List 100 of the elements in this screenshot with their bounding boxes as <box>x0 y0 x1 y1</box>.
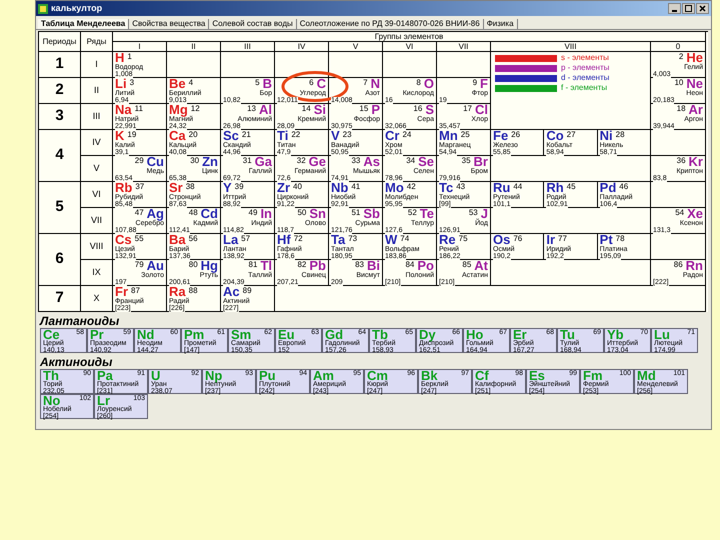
element-symbol: Ca <box>169 130 186 142</box>
element-symbol: Se <box>418 156 434 168</box>
element-symbol: Sm <box>231 329 252 341</box>
element-symbol: Cu <box>146 156 164 168</box>
atomic-number: 2 <box>678 52 684 61</box>
atomic-number: 13 <box>247 104 256 113</box>
element-symbol: Ra <box>169 286 186 298</box>
period-number: 2 <box>39 78 81 104</box>
element-symbol: Na <box>115 104 132 116</box>
element-symbol: Nb <box>331 182 348 194</box>
element-symbol: Hg <box>200 260 218 272</box>
app-icon <box>38 4 48 14</box>
element-symbol: W <box>385 234 398 246</box>
atomic-number: 32 <box>296 156 306 165</box>
element-symbol: Y <box>223 182 232 194</box>
element-symbol: Ac <box>223 286 240 298</box>
atomic-number: 31 <box>242 156 252 165</box>
element-symbol: Rn <box>686 260 703 272</box>
atomic-number: 42 <box>406 182 416 191</box>
atomic-number: 37 <box>135 182 144 191</box>
element-symbol: Fm <box>583 370 602 382</box>
atomic-number: 87 <box>131 286 140 295</box>
element-symbol: Hf <box>277 234 291 246</box>
element-symbol: O <box>424 78 434 90</box>
atomic-number: 34 <box>406 156 416 165</box>
atomic-number: 10 <box>674 78 684 87</box>
element-symbol: Cl <box>475 104 488 116</box>
period-number: 7 <box>39 286 81 312</box>
atomic-number: 39 <box>234 182 244 191</box>
element-symbol: Te <box>420 208 434 220</box>
element-symbol: C <box>316 78 326 90</box>
atomic-number: 85 <box>462 260 472 269</box>
atomic-number: 88 <box>188 286 198 295</box>
element-symbol: Mo <box>385 182 404 194</box>
atomic-number: 22 <box>291 130 300 139</box>
atomic-number: 1 <box>127 52 132 61</box>
element-symbol: Sr <box>169 182 183 194</box>
atomic-number: 20 <box>188 130 198 139</box>
element-symbol: V <box>331 130 340 142</box>
atomic-number: 51 <box>351 208 360 217</box>
atomic-number: 78 <box>616 234 625 243</box>
element-symbol: He <box>686 52 703 64</box>
element-symbol: Cr <box>385 130 400 142</box>
legend-label: d - элементы <box>561 74 610 82</box>
period-number: 4 <box>39 130 81 182</box>
atomic-number: 48 <box>188 208 198 217</box>
maximize-button[interactable] <box>682 3 695 14</box>
element-symbol: No <box>43 395 60 407</box>
atomic-number: 25 <box>460 130 470 139</box>
atomic-number: 44 <box>513 182 522 191</box>
element-symbol: Kr <box>688 156 703 168</box>
period-number: 3 <box>39 104 81 130</box>
element-symbol: As <box>363 156 380 168</box>
element-symbol: S <box>425 104 434 116</box>
atomic-number: 38 <box>186 182 195 191</box>
close-button[interactable] <box>696 3 709 14</box>
atomic-number: 54 <box>675 208 684 217</box>
element-symbol: Es <box>529 370 545 382</box>
atomic-number: 30 <box>190 156 200 165</box>
element-symbol: Br <box>474 156 488 168</box>
atomic-number: 80 <box>188 260 198 269</box>
minimize-button[interactable] <box>668 3 681 14</box>
element-symbol: Ru <box>493 182 510 194</box>
element-symbol: Th <box>43 370 59 382</box>
element-symbol: Ce <box>43 329 60 341</box>
atomic-number: 79 <box>134 260 144 269</box>
element-symbol: Ba <box>169 234 186 246</box>
element-symbol: Li <box>115 78 127 90</box>
element-symbol: Cm <box>367 370 388 382</box>
atomic-number: 21 <box>242 130 251 139</box>
element-symbol: Bi <box>367 260 380 272</box>
period-number: 1 <box>39 52 81 78</box>
atomic-number: 83 <box>355 260 364 269</box>
element-symbol: Au <box>146 260 164 272</box>
element-symbol: Pt <box>600 234 613 246</box>
element-symbol: Ta <box>331 234 346 246</box>
atomic-number: 45 <box>566 182 576 191</box>
element-symbol: Ge <box>308 156 326 168</box>
atomic-number: 43 <box>456 182 466 191</box>
atomic-number: 16 <box>413 104 422 113</box>
tab[interactable]: Таблица Менделеева <box>38 19 130 29</box>
element-symbol: Pr <box>90 329 104 341</box>
element-symbol: Sc <box>223 130 239 142</box>
element-symbol: Fr <box>115 286 128 298</box>
element-symbol: Ar <box>688 104 703 116</box>
element-symbol: Ni <box>600 130 613 142</box>
element-symbol: Am <box>313 370 334 382</box>
atomic-number: 77 <box>558 234 567 243</box>
atomic-number: 7 <box>363 78 368 87</box>
atomic-number: 15 <box>359 104 368 113</box>
atomic-number: 89 <box>242 286 252 295</box>
element-symbol: F <box>480 78 488 90</box>
atomic-number: 5 <box>255 78 260 87</box>
atomic-number: 27 <box>566 130 576 139</box>
element-symbol: Ne <box>686 78 703 90</box>
element-symbol: Os <box>493 234 510 246</box>
element-symbol: Ho <box>466 329 484 341</box>
element-symbol: Zr <box>277 182 290 194</box>
element-symbol: Sn <box>309 208 326 220</box>
element-symbol: Tc <box>439 182 454 194</box>
